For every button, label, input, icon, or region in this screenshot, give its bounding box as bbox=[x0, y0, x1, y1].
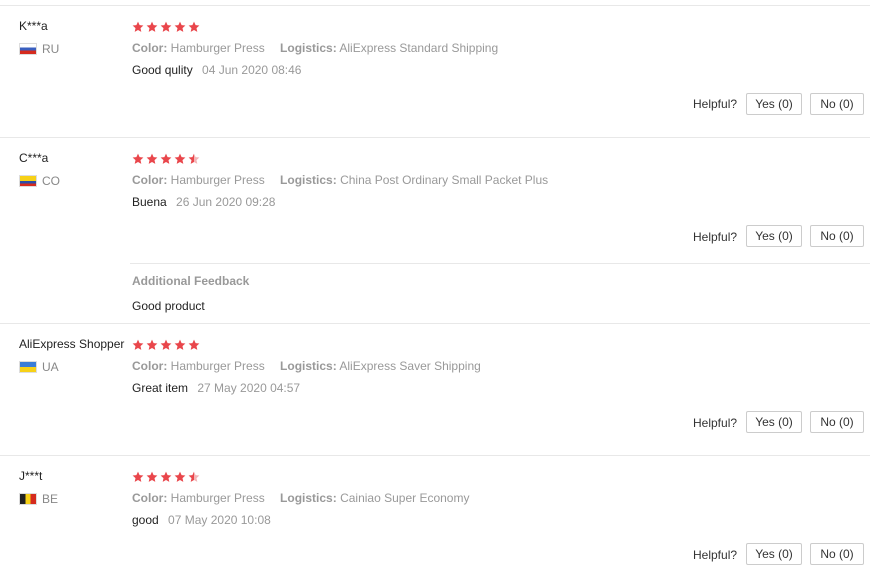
color-value: Hamburger Press bbox=[170, 491, 265, 505]
star-icon bbox=[146, 471, 158, 482]
star-icon bbox=[188, 21, 200, 32]
helpful-no-button[interactable]: No (0) bbox=[810, 411, 864, 433]
star-icon bbox=[160, 339, 172, 350]
flag-russia-icon bbox=[19, 43, 37, 55]
star-icon bbox=[132, 153, 144, 164]
star-icon bbox=[174, 21, 186, 32]
logistics-label: Logistics: bbox=[280, 173, 337, 187]
logistics-value: China Post Ordinary Small Packet Plus bbox=[340, 173, 549, 187]
star-icon bbox=[174, 339, 186, 350]
flag-colombia-icon bbox=[19, 175, 37, 187]
review-meta: Color: Hamburger Press Logistics: AliExp… bbox=[132, 41, 498, 55]
review-meta: Color: Hamburger Press Logistics: Cainia… bbox=[132, 491, 469, 505]
review-date: 26 Jun 2020 09:28 bbox=[176, 195, 276, 209]
separator bbox=[0, 5, 870, 6]
separator bbox=[130, 263, 870, 264]
star-icon bbox=[174, 471, 186, 482]
additional-feedback-text: Good product bbox=[132, 299, 205, 313]
helpful-label: Helpful? bbox=[693, 416, 738, 430]
country-code: UA bbox=[42, 360, 59, 374]
star-icon bbox=[160, 471, 172, 482]
logistics-label: Logistics: bbox=[280, 359, 337, 373]
reviewer-country: RU bbox=[19, 42, 59, 56]
star-rating bbox=[132, 21, 200, 33]
review-content: Good qulity 04 Jun 2020 08:46 bbox=[132, 63, 301, 77]
color-value: Hamburger Press bbox=[170, 359, 265, 373]
review-text: Good qulity bbox=[132, 63, 193, 77]
star-icon bbox=[174, 153, 186, 164]
helpful-yes-button[interactable]: Yes (0) bbox=[746, 543, 802, 565]
color-value: Hamburger Press bbox=[170, 41, 265, 55]
star-icon bbox=[146, 21, 158, 32]
color-label: Color: bbox=[132, 41, 168, 55]
separator bbox=[0, 137, 870, 138]
reviewer-name: J***t bbox=[19, 469, 43, 483]
helpful-yes-button[interactable]: Yes (0) bbox=[746, 93, 802, 115]
review-text: Buena bbox=[132, 195, 167, 209]
review-date: 07 May 2020 10:08 bbox=[168, 513, 271, 527]
reviewer-country: UA bbox=[19, 360, 59, 374]
review-meta: Color: Hamburger Press Logistics: China … bbox=[132, 173, 548, 187]
star-icon bbox=[132, 471, 144, 482]
review-meta: Color: Hamburger Press Logistics: AliExp… bbox=[132, 359, 481, 373]
review-date: 27 May 2020 04:57 bbox=[197, 381, 301, 395]
helpful-label: Helpful? bbox=[693, 230, 738, 244]
separator bbox=[0, 455, 870, 456]
helpful-yes-button[interactable]: Yes (0) bbox=[746, 411, 802, 433]
country-code: CO bbox=[42, 174, 60, 188]
logistics-value: AliExpress Saver Shipping bbox=[339, 359, 481, 373]
star-icon bbox=[146, 339, 158, 350]
star-icon bbox=[132, 339, 144, 350]
flag-ukraine-icon bbox=[19, 361, 37, 373]
country-code: RU bbox=[42, 42, 60, 56]
star-rating bbox=[132, 339, 200, 351]
review-content: good 07 May 2020 10:08 bbox=[132, 513, 271, 527]
color-label: Color: bbox=[132, 173, 168, 187]
color-label: Color: bbox=[132, 491, 168, 505]
review-date: 04 Jun 2020 08:46 bbox=[202, 63, 302, 77]
logistics-label: Logistics: bbox=[280, 491, 337, 505]
review-content: Great item 27 May 2020 04:57 bbox=[132, 381, 300, 395]
review-text: Great item bbox=[132, 381, 189, 395]
color-label: Color: bbox=[132, 359, 168, 373]
reviewer-name: C***a bbox=[19, 151, 49, 165]
reviewer-name: AliExpress Shopper bbox=[19, 337, 125, 351]
reviewer-country: BE bbox=[19, 492, 58, 506]
logistics-value: AliExpress Standard Shipping bbox=[339, 41, 499, 55]
reviewer-name: K***a bbox=[19, 19, 48, 33]
additional-feedback-title: Additional Feedback bbox=[132, 274, 250, 288]
helpful-no-button[interactable]: No (0) bbox=[810, 225, 864, 247]
star-icon bbox=[188, 339, 200, 350]
star-icon bbox=[188, 471, 200, 482]
review-text: good bbox=[132, 513, 159, 527]
star-rating bbox=[132, 153, 200, 165]
reviewer-country: CO bbox=[19, 174, 60, 188]
star-rating bbox=[132, 471, 200, 483]
country-code: BE bbox=[42, 492, 59, 506]
color-value: Hamburger Press bbox=[170, 173, 265, 187]
review-content: Buena 26 Jun 2020 09:28 bbox=[132, 195, 275, 209]
star-icon bbox=[132, 21, 144, 32]
star-icon bbox=[160, 153, 172, 164]
star-icon bbox=[188, 153, 200, 164]
helpful-label: Helpful? bbox=[693, 548, 738, 562]
star-icon bbox=[146, 153, 158, 164]
star-icon bbox=[160, 21, 172, 32]
helpful-label: Helpful? bbox=[693, 97, 738, 111]
logistics-value: Cainiao Super Economy bbox=[340, 491, 470, 505]
helpful-yes-button[interactable]: Yes (0) bbox=[746, 225, 802, 247]
helpful-no-button[interactable]: No (0) bbox=[810, 93, 864, 115]
helpful-no-button[interactable]: No (0) bbox=[810, 543, 864, 565]
flag-belgium-icon bbox=[19, 493, 37, 505]
logistics-label: Logistics: bbox=[280, 41, 337, 55]
separator bbox=[0, 323, 870, 324]
